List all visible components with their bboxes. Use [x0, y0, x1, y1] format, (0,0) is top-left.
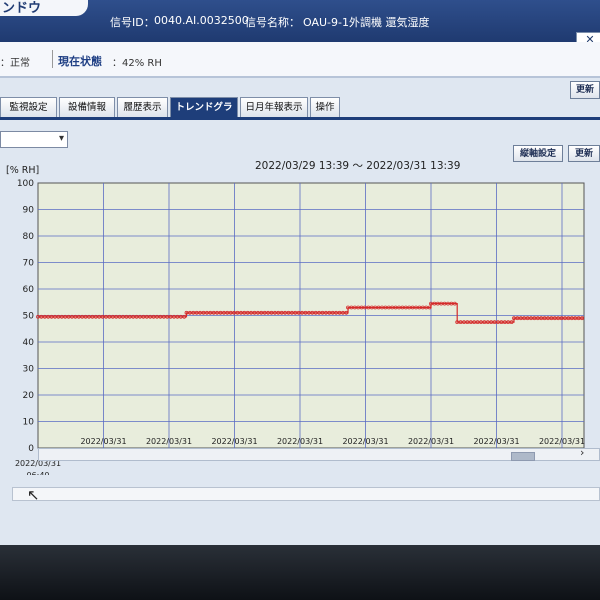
chart-title: 2022/03/29 13:39 ～ 2022/03/31 13:39 — [255, 160, 461, 172]
tab-3[interactable]: トレンドグラフ — [170, 97, 238, 132]
signal-id-value: 0040.AI.0032500 — [154, 14, 249, 27]
state-text: ：正常 — [0, 58, 30, 69]
period-select[interactable]: ▾ — [0, 131, 68, 148]
tab-1[interactable]: 設備情報 — [59, 97, 115, 117]
signal-name-label: 信号名称： — [245, 16, 300, 29]
tab-0[interactable]: 監視設定 — [0, 97, 57, 117]
y-tick-label: 100 — [17, 179, 34, 189]
x-tick-label-date: 2022/03/31 — [408, 437, 454, 446]
mouse-cursor-icon: ↖ — [27, 486, 40, 504]
y-tick-label: 10 — [23, 418, 35, 428]
chart-update-button[interactable]: 更新 — [568, 145, 600, 162]
x-tick-label-date: 2022/03/31 — [342, 437, 388, 446]
tab-5[interactable]: 操作 — [310, 97, 340, 117]
signal-name-value: OAU-9-1外調機 還気湿度 — [303, 16, 430, 29]
x-tick-label-date: 2022/03/31 — [146, 437, 192, 446]
lower-scrollbar[interactable] — [12, 487, 600, 501]
scroll-right-icon[interactable]: › — [580, 446, 584, 459]
x-tick-label-date: 2022/03/31 — [211, 437, 257, 446]
y-tick-label: 20 — [23, 391, 35, 401]
y-tick-label: 60 — [23, 285, 35, 295]
tab-2[interactable]: 履歴表示 — [117, 97, 168, 117]
x-tick-label-date: 2022/03/31 — [473, 437, 519, 446]
current-state-label: 現在状態 — [58, 55, 102, 68]
app-logo: ンドウ — [0, 0, 88, 16]
trend-chart: 0 10 20 30 40 50 60 70 80 90 100 2022/03/31 06:40 202… — [15, 179, 585, 475]
axis-settings-button[interactable]: 縦軸設定 — [513, 145, 563, 162]
x-tick-label-date: 2022/03/31 — [277, 437, 323, 446]
scrollbar-thumb[interactable] — [511, 452, 535, 461]
x-tick-label-date: 2022/03/31 — [539, 437, 585, 446]
status-divider — [52, 50, 53, 68]
y-tick-label: 40 — [23, 338, 35, 348]
chevron-down-icon: ▾ — [58, 133, 64, 144]
y-tick-label: 70 — [23, 259, 35, 269]
signal-id-label: 信号ID： — [110, 16, 155, 29]
logo-text: ンドウ — [2, 1, 42, 16]
title-bar: ンドウ 信号ID： 0040.AI.0032500 信号名称： OAU-9-1外… — [0, 0, 600, 42]
y-tick-label: 30 — [23, 365, 35, 375]
trend-window: ンドウ 信号ID： 0040.AI.0032500 信号名称： OAU-9-1外… — [0, 0, 600, 545]
y-tick-label: 90 — [23, 206, 35, 216]
y-tick-label: 80 — [23, 232, 35, 242]
current-state-value: ：42% RH — [112, 58, 162, 69]
x-tick-label-time: 06:40 — [26, 471, 49, 475]
x-tick-label-date: 2022/03/31 — [80, 437, 126, 446]
status-bar: ：正常 現在状態 ：42% RH — [0, 42, 600, 78]
update-button-top[interactable]: 更新 — [570, 81, 600, 99]
monitor-bezel — [0, 545, 600, 600]
y-tick-label: 50 — [23, 312, 35, 322]
tab-4[interactable]: 日月年報表示 — [240, 97, 308, 117]
y-tick-label: 0 — [28, 444, 34, 454]
